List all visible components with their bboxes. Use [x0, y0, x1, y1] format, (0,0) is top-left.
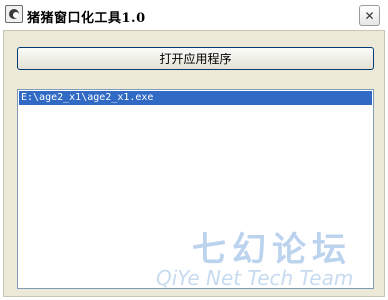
window-title: 猪猪窗口化工具1.0: [27, 11, 146, 26]
close-icon: ✕: [364, 8, 375, 23]
window-client-area: 打开应用程序 E:\age2_x1\age2_x1.exe: [3, 30, 385, 297]
list-item-selected[interactable]: E:\age2_x1\age2_x1.exe: [19, 91, 372, 105]
pig-app-icon: [5, 5, 23, 23]
open-application-button[interactable]: 打开应用程序: [17, 47, 374, 70]
title-bar: 猪猪窗口化工具1.0 ✕: [0, 0, 388, 30]
program-listbox[interactable]: E:\age2_x1\age2_x1.exe: [17, 89, 374, 289]
close-button[interactable]: ✕: [359, 5, 380, 26]
